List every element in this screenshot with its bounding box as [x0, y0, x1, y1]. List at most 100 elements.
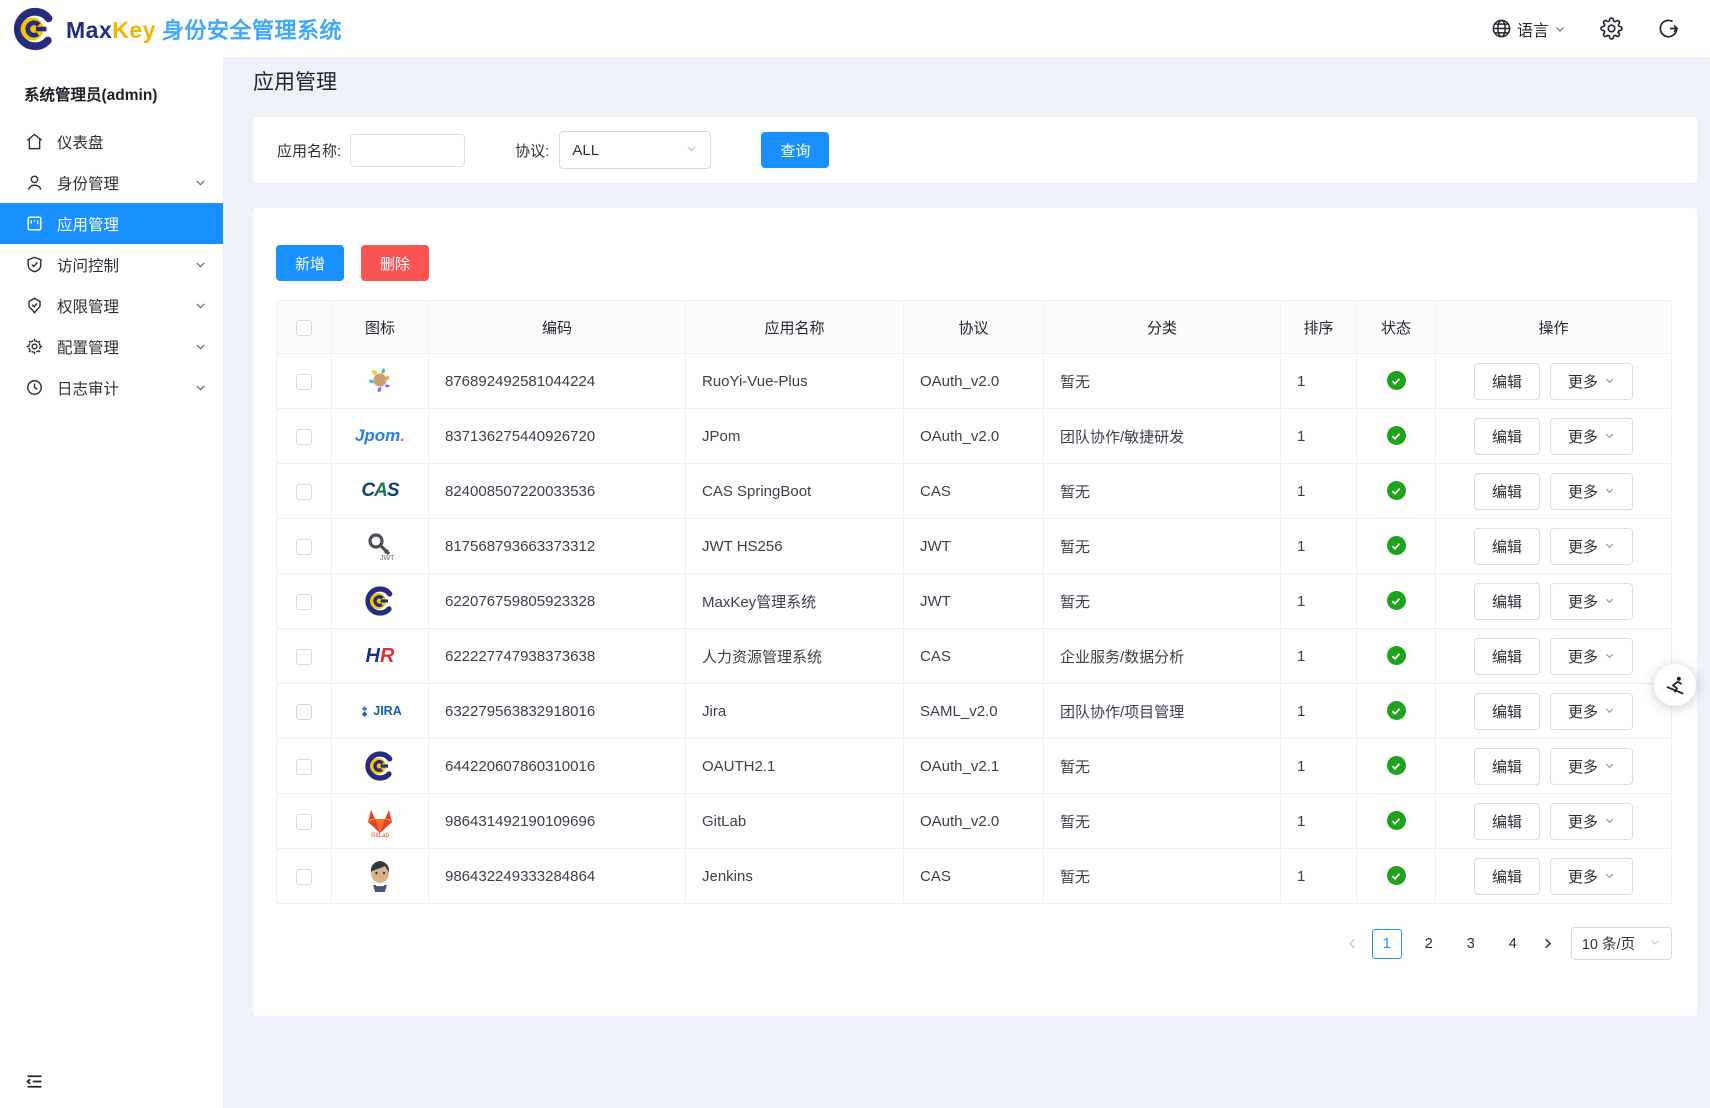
add-button[interactable]: 新增 [276, 245, 344, 281]
row-checkbox[interactable] [296, 484, 312, 500]
more-button[interactable]: 更多 [1550, 528, 1633, 565]
cell-protocol: OAuth_v2.0 [904, 794, 1044, 849]
sidebar-item-3[interactable]: 访问控制 [0, 244, 223, 285]
app-logo-ruoyi-icon [360, 360, 400, 400]
cell-category: 团队协作/项目管理 [1044, 684, 1281, 739]
language-switcher[interactable]: 语言 [1491, 17, 1566, 41]
sidebar-item-0[interactable]: 仪表盘 [0, 121, 223, 162]
pagination-prev-icon[interactable] [1345, 936, 1360, 951]
protocol-selected-value: ALL [572, 142, 599, 159]
chevron-down-icon [1604, 758, 1615, 775]
pagination-page-1[interactable]: 1 [1372, 929, 1402, 959]
row-checkbox[interactable] [296, 869, 312, 885]
column-header-category: 分类 [1044, 301, 1281, 354]
chevron-down-icon [1604, 868, 1615, 885]
row-checkbox[interactable] [296, 429, 312, 445]
edit-button[interactable]: 编辑 [1474, 748, 1540, 785]
edit-button[interactable]: 编辑 [1474, 363, 1540, 400]
select-all-checkbox[interactable] [296, 320, 312, 336]
sidebar-item-label: 身份管理 [57, 172, 119, 194]
sidebar-menu: 仪表盘身份管理应用管理访问控制权限管理配置管理日志审计 [0, 121, 223, 408]
row-checkbox[interactable] [296, 704, 312, 720]
more-button[interactable]: 更多 [1550, 803, 1633, 840]
cell-sort: 1 [1281, 739, 1357, 794]
more-button[interactable]: 更多 [1550, 473, 1633, 510]
filter-bar: 应用名称: 协议: ALL 查询 [253, 117, 1697, 183]
more-button[interactable]: 更多 [1550, 858, 1633, 895]
more-button[interactable]: 更多 [1550, 693, 1633, 730]
more-button[interactable]: 更多 [1550, 418, 1633, 455]
sidebar: 系统管理员(admin) 仪表盘身份管理应用管理访问控制权限管理配置管理日志审计 [0, 57, 224, 1108]
chevron-down-icon [194, 381, 207, 394]
chevron-down-icon [685, 142, 698, 159]
sidebar-item-6[interactable]: 日志审计 [0, 367, 223, 408]
more-label: 更多 [1568, 866, 1598, 887]
row-checkbox[interactable] [296, 594, 312, 610]
cell-name: Jira [686, 684, 904, 739]
sidebar-item-2[interactable]: 应用管理 [0, 203, 223, 244]
pagination-page-4[interactable]: 4 [1498, 929, 1528, 959]
edit-button[interactable]: 编辑 [1474, 473, 1540, 510]
more-label: 更多 [1568, 756, 1598, 777]
edit-button[interactable]: 编辑 [1474, 418, 1540, 455]
pagination-page-3[interactable]: 3 [1456, 929, 1486, 959]
row-checkbox[interactable] [296, 374, 312, 390]
edit-button[interactable]: 编辑 [1474, 693, 1540, 730]
pagination: 1234 10 条/页 [276, 927, 1672, 960]
status-enabled-icon [1387, 811, 1406, 830]
more-button[interactable]: 更多 [1550, 748, 1633, 785]
more-label: 更多 [1568, 811, 1598, 832]
cell-name: MaxKey管理系统 [686, 574, 904, 629]
status-enabled-icon [1387, 536, 1406, 555]
edit-button[interactable]: 编辑 [1474, 638, 1540, 675]
delete-button[interactable]: 删除 [361, 245, 429, 281]
cell-sort: 1 [1281, 409, 1357, 464]
globe-icon [1491, 18, 1512, 39]
logout-icon[interactable] [1657, 17, 1680, 40]
floating-theme-drawer-button[interactable] [1654, 664, 1696, 706]
sidebar-item-1[interactable]: 身份管理 [0, 162, 223, 203]
table-row: 986432249333284864JenkinsCAS暂无1编辑更多 [277, 849, 1672, 904]
cell-protocol: OAuth_v2.0 [904, 354, 1044, 409]
home-icon [25, 132, 44, 151]
sidebar-item-4[interactable]: 权限管理 [0, 285, 223, 326]
cell-sort: 1 [1281, 629, 1357, 684]
page-title: 应用管理 [253, 66, 1697, 96]
skier-icon [1664, 674, 1687, 697]
cell-sort: 1 [1281, 794, 1357, 849]
app-name-input[interactable] [350, 134, 465, 167]
user-icon [25, 173, 44, 192]
cell-protocol: CAS [904, 464, 1044, 519]
edit-button[interactable]: 编辑 [1474, 858, 1540, 895]
settings-gear-icon[interactable] [1600, 17, 1623, 40]
edit-button[interactable]: 编辑 [1474, 583, 1540, 620]
edit-button[interactable]: 编辑 [1474, 803, 1540, 840]
chevron-down-icon [1604, 538, 1615, 555]
page-size-select[interactable]: 10 条/页 [1571, 927, 1672, 960]
sidebar-collapse-icon[interactable] [24, 1071, 45, 1092]
row-checkbox[interactable] [296, 649, 312, 665]
sidebar-item-5[interactable]: 配置管理 [0, 326, 223, 367]
more-button[interactable]: 更多 [1550, 638, 1633, 675]
pagination-page-2[interactable]: 2 [1414, 929, 1444, 959]
row-checkbox[interactable] [296, 814, 312, 830]
cell-sort: 1 [1281, 849, 1357, 904]
search-button[interactable]: 查询 [761, 132, 829, 168]
protocol-select[interactable]: ALL [559, 131, 711, 169]
cell-category: 暂无 [1044, 794, 1281, 849]
cell-protocol: OAuth_v2.1 [904, 739, 1044, 794]
pagination-next-icon[interactable] [1540, 936, 1555, 951]
more-button[interactable]: 更多 [1550, 583, 1633, 620]
status-enabled-icon [1387, 426, 1406, 445]
edit-button[interactable]: 编辑 [1474, 528, 1540, 565]
row-checkbox[interactable] [296, 539, 312, 555]
row-checkbox[interactable] [296, 759, 312, 775]
app-logo-jenkins-icon [360, 856, 400, 896]
brand: MaxKey身份安全管理系统 [12, 9, 342, 49]
more-button[interactable]: 更多 [1550, 363, 1633, 400]
chevron-down-icon [194, 340, 207, 353]
chevron-down-icon [1604, 648, 1615, 665]
app-logo-jwt-icon: JWT [360, 526, 400, 566]
table-row: 876892492581044224RuoYi-Vue-PlusOAuth_v2… [277, 354, 1672, 409]
svg-text:GitLab: GitLab [371, 833, 389, 838]
